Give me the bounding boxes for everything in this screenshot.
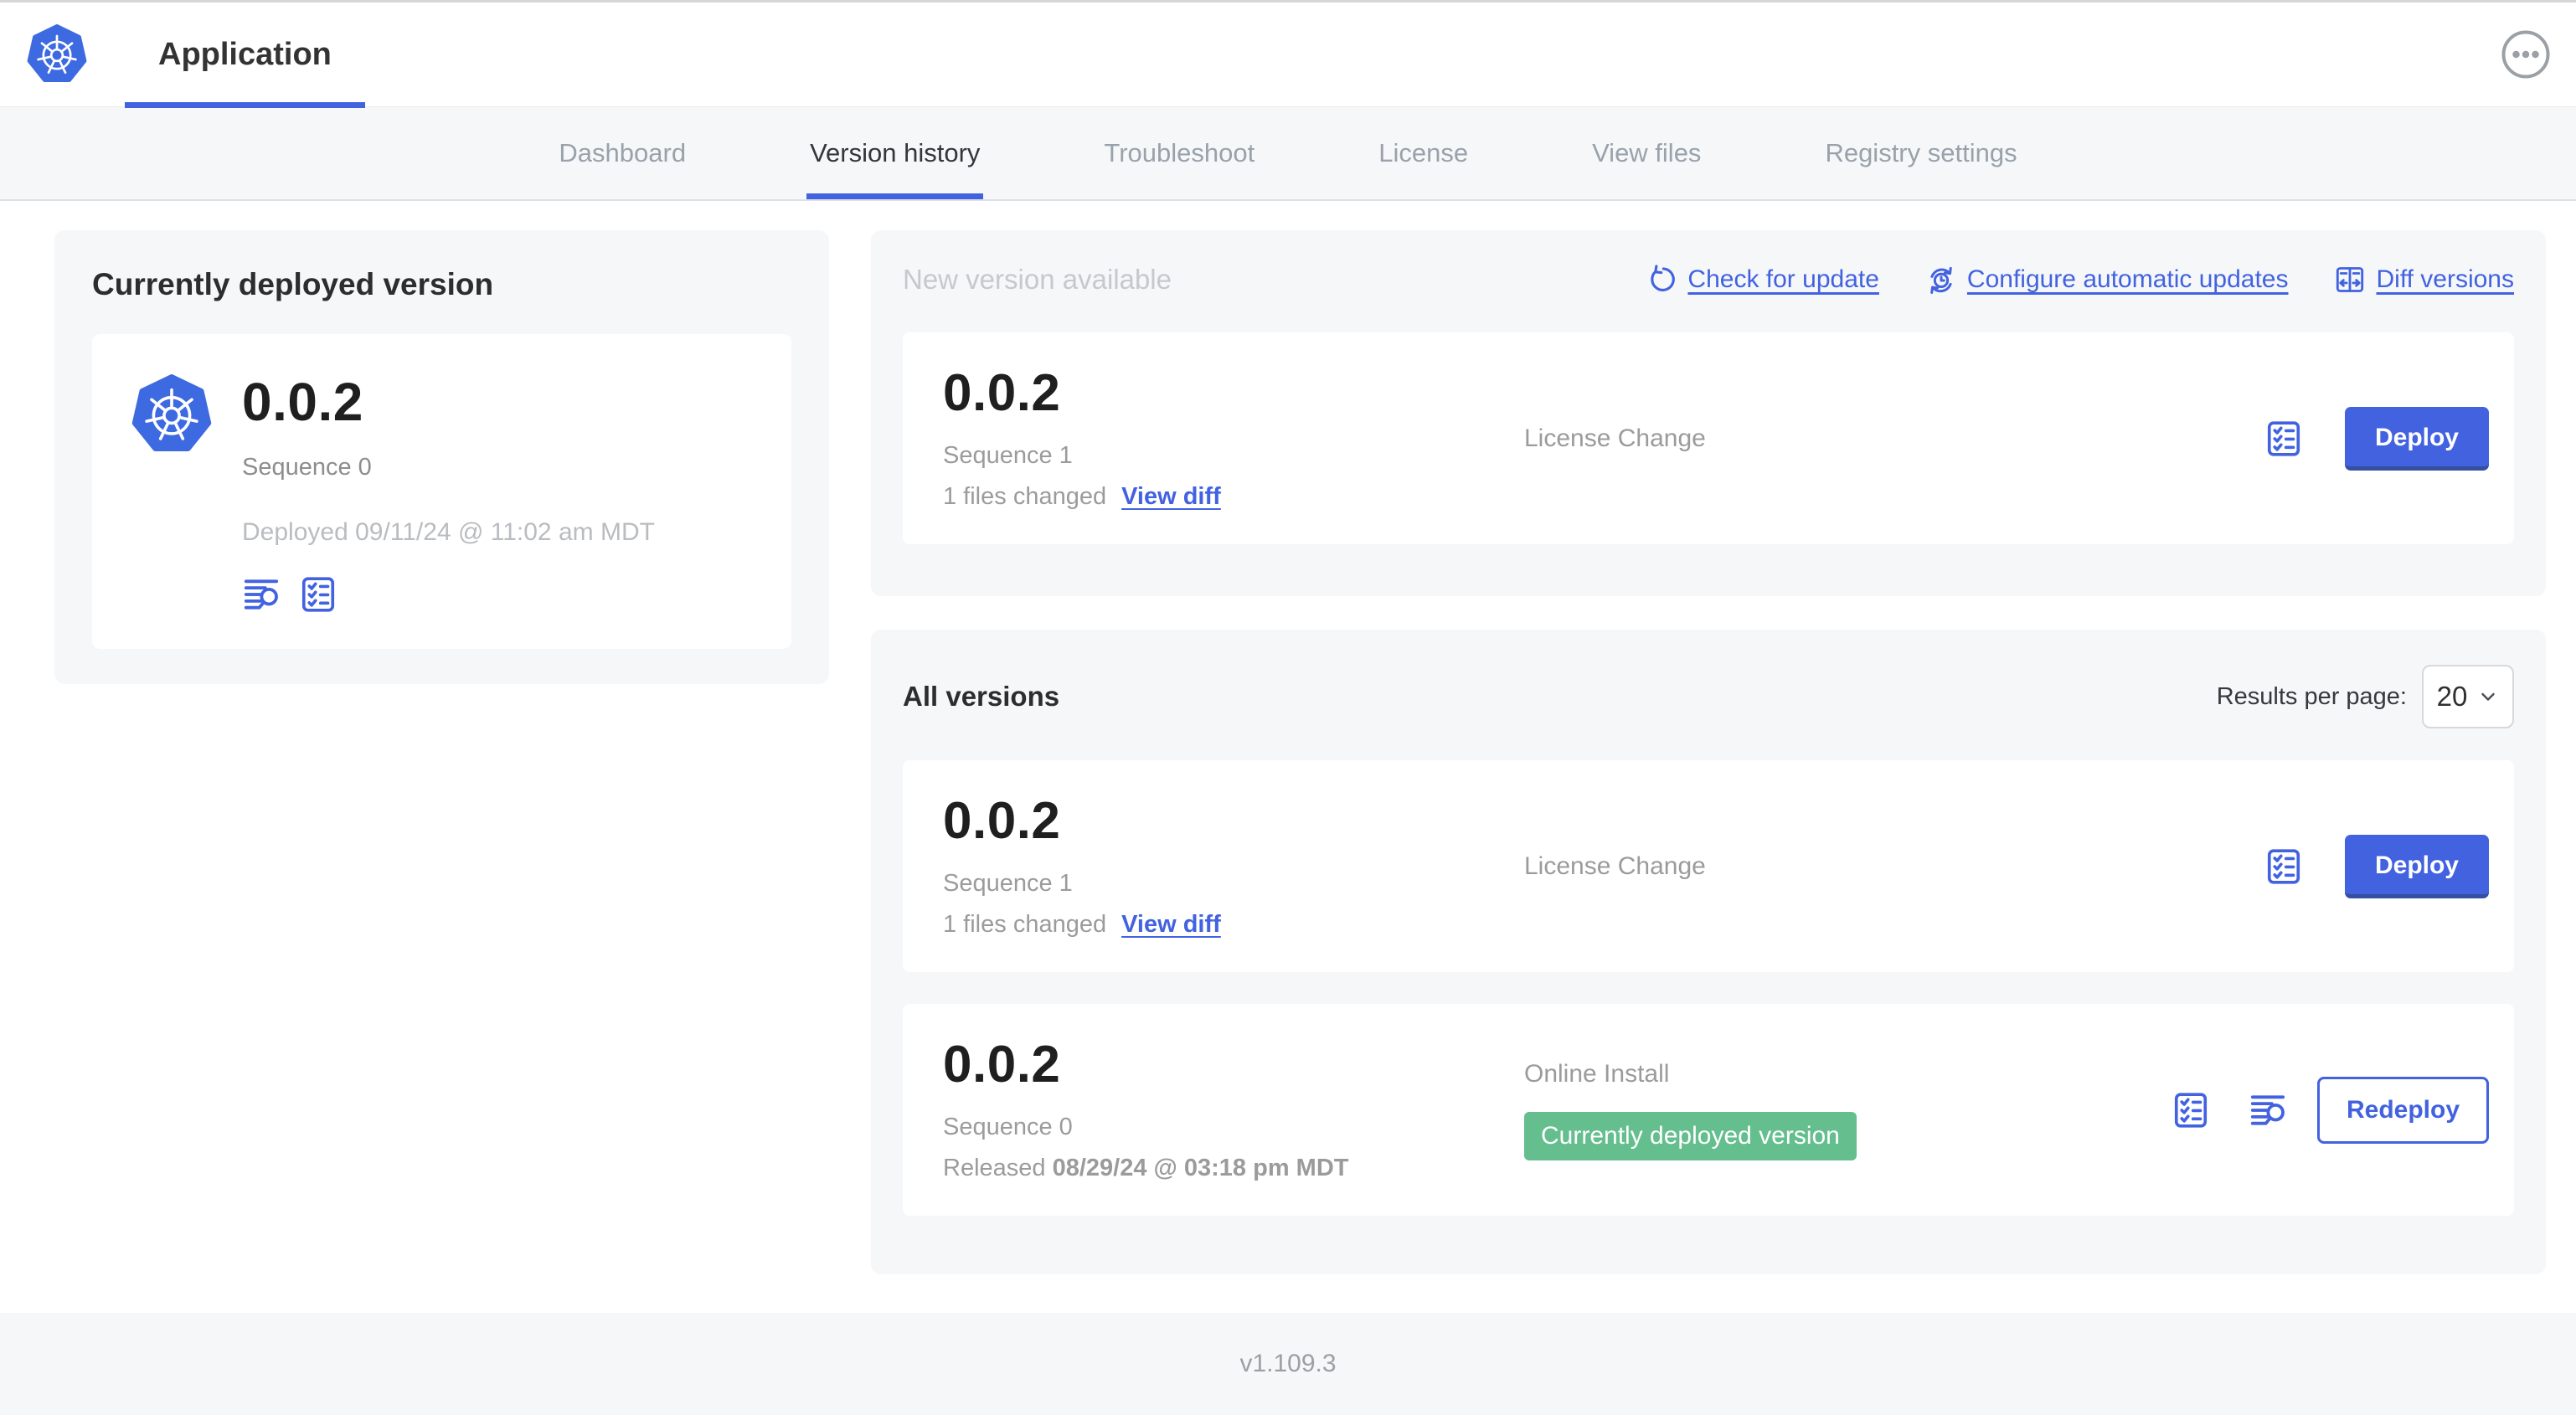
checklist-icon xyxy=(2267,420,2300,456)
version-source: License Change xyxy=(1524,852,1706,880)
deploy-button[interactable]: Deploy xyxy=(2344,834,2489,898)
refresh-icon xyxy=(1651,265,1676,291)
tab-troubleshoot[interactable]: Troubleshoot xyxy=(1104,107,1255,199)
configure-automatic-updates-link[interactable]: Configure automatic updates xyxy=(1926,265,2289,295)
currently-deployed-panel: Currently deployed version 0.0.2 Sequenc… xyxy=(54,230,829,685)
version-number: 0.0.2 xyxy=(943,364,1061,422)
app-tab[interactable]: Application xyxy=(125,3,365,108)
right-column: New version available Check for update C… xyxy=(871,230,2546,1275)
kubernetes-logo-icon xyxy=(131,374,212,455)
console-version: v1.109.3 xyxy=(1239,1350,1337,1377)
new-version-panel: New version available Check for update C… xyxy=(871,230,2546,597)
diff-icon xyxy=(2336,267,2364,292)
check-for-update-link[interactable]: Check for update xyxy=(1646,265,1879,295)
view-logs-button[interactable] xyxy=(2249,1091,2287,1129)
tab-dashboard[interactable]: Dashboard xyxy=(559,107,686,199)
deployed-version-number: 0.0.2 xyxy=(242,372,363,432)
checklist-icon xyxy=(301,577,335,612)
all-versions-panel: All versions Results per page: 20 0.0.2 … xyxy=(871,630,2546,1275)
version-row: 0.0.2 Sequence 1 1 files changed View di… xyxy=(903,760,2514,973)
app-title: Application xyxy=(158,36,332,72)
diff-versions-link[interactable]: Diff versions xyxy=(2335,265,2514,295)
page-footer: v1.109.3 xyxy=(0,1313,2576,1415)
currently-deployed-title: Currently deployed version xyxy=(92,267,494,301)
checklist-icon xyxy=(2174,1093,2208,1128)
view-diff-link[interactable]: View diff xyxy=(1121,911,1221,939)
version-row: 0.0.2 Sequence 0 Released 08/29/24 @ 03:… xyxy=(903,1004,2514,1217)
deployed-sequence: Sequence 0 xyxy=(242,454,372,481)
overflow-menu-button[interactable] xyxy=(2501,29,2551,80)
files-changed-label: 1 files changed xyxy=(943,911,1107,939)
files-changed-label: 1 files changed xyxy=(943,483,1107,511)
preflight-checks-button[interactable] xyxy=(2264,419,2303,458)
logs-icon xyxy=(2250,1095,2285,1125)
ellipsis-icon xyxy=(2501,30,2550,79)
check-for-update-label: Check for update xyxy=(1687,265,1879,293)
tab-version-history[interactable]: Version history xyxy=(806,107,984,199)
deployed-timestamp: Deployed 09/11/24 @ 11:02 am MDT xyxy=(242,518,655,547)
view-logs-button[interactable] xyxy=(242,575,281,614)
tab-registry-settings[interactable]: Registry settings xyxy=(1825,107,2017,199)
redeploy-button[interactable]: Redeploy xyxy=(2316,1076,2489,1144)
version-source: Online Install xyxy=(1524,1059,1670,1088)
version-number: 0.0.2 xyxy=(943,792,1061,851)
checklist-icon xyxy=(2267,849,2300,884)
results-per-page-value: 20 xyxy=(2436,681,2468,713)
new-version-row: 0.0.2 Sequence 1 1 files changed View di… xyxy=(903,332,2514,545)
currently-deployed-badge: Currently deployed version xyxy=(1524,1111,1857,1160)
chevron-down-icon xyxy=(2481,692,2496,701)
version-sequence: Sequence 0 xyxy=(943,1114,1073,1141)
configure-automatic-updates-label: Configure automatic updates xyxy=(1966,265,2289,293)
tab-view-files[interactable]: View files xyxy=(1592,107,1701,199)
results-per-page-label: Results per page: xyxy=(2216,682,2407,710)
version-source: License Change xyxy=(1524,424,1706,452)
schedule-icon xyxy=(1930,266,1952,294)
deployed-version-card: 0.0.2 Sequence 0 Deployed 09/11/24 @ 11:… xyxy=(92,334,791,650)
version-sequence: Sequence 1 xyxy=(943,442,1073,470)
preflight-checks-button[interactable] xyxy=(2264,847,2303,886)
preflight-checks-button[interactable] xyxy=(299,575,337,614)
version-sequence: Sequence 1 xyxy=(943,870,1073,898)
view-diff-link[interactable]: View diff xyxy=(1121,483,1221,511)
released-timestamp: Released 08/29/24 @ 03:18 pm MDT xyxy=(943,1155,1349,1182)
version-number: 0.0.2 xyxy=(943,1036,1061,1094)
deploy-button[interactable]: Deploy xyxy=(2344,406,2489,471)
main-content: Currently deployed version 0.0.2 Sequenc… xyxy=(0,201,2576,1313)
app-header: Application xyxy=(0,0,2576,108)
preflight-checks-button[interactable] xyxy=(2172,1091,2210,1129)
logs-icon xyxy=(244,579,279,610)
diff-versions-label: Diff versions xyxy=(2376,265,2514,293)
tab-license[interactable]: License xyxy=(1378,107,1468,199)
new-version-title: New version available xyxy=(903,264,1172,295)
nav-tab-bar: Dashboard Version history Troubleshoot L… xyxy=(0,107,2576,201)
kubernetes-logo-icon xyxy=(27,24,87,85)
all-versions-title: All versions xyxy=(903,681,1060,713)
results-per-page-select[interactable]: 20 xyxy=(2422,665,2514,729)
